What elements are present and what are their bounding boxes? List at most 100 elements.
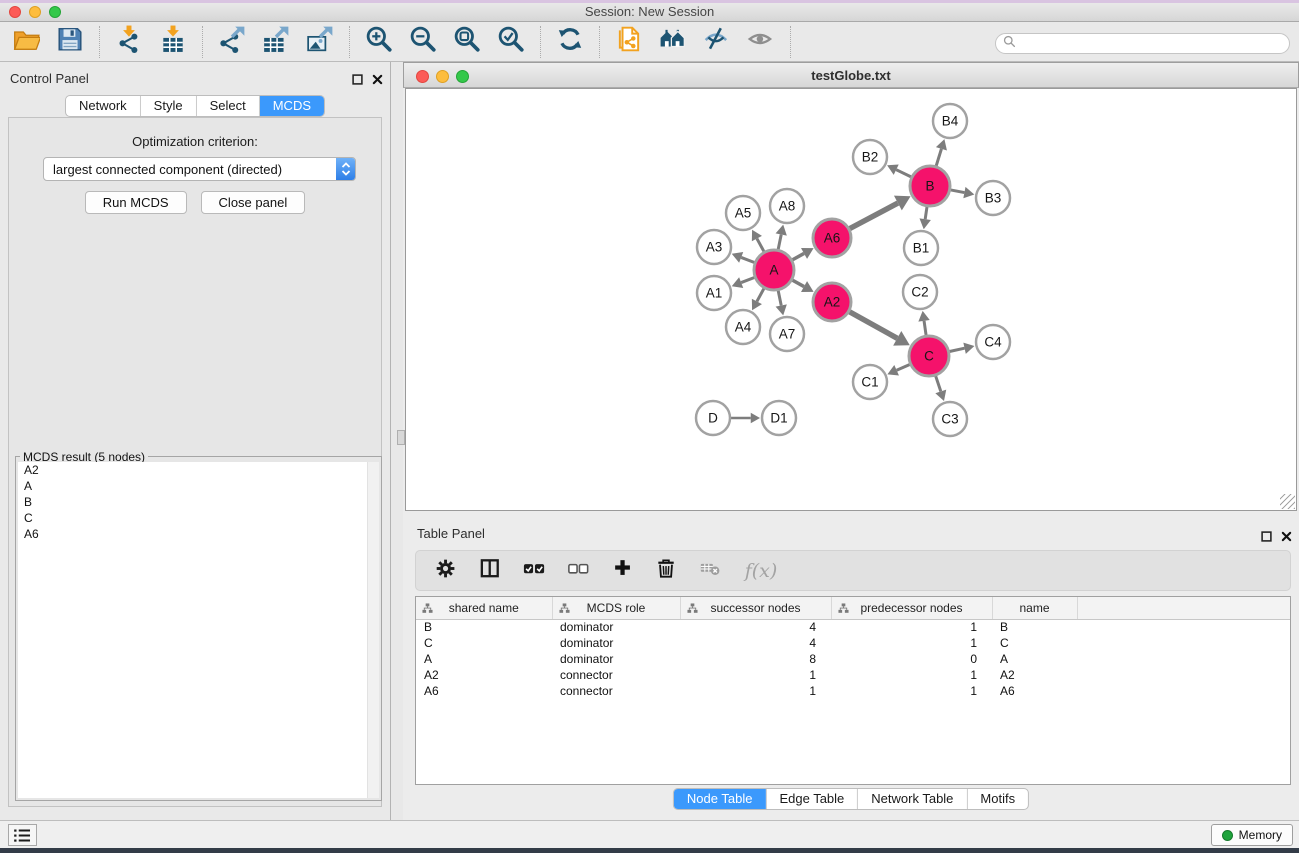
list-scrollbar[interactable] [367,462,379,798]
table-cell[interactable]: 0 [831,651,992,667]
table-cell[interactable]: dominator [552,651,680,667]
table-cell[interactable]: 1 [831,619,992,635]
float-panel-icon[interactable] [352,72,363,90]
tab-style[interactable]: Style [140,96,196,116]
table-cell[interactable]: 8 [680,651,831,667]
mcds-result-item[interactable]: A6 [18,526,379,542]
table-cell[interactable]: 4 [680,635,831,651]
zoom-selected-button[interactable] [489,24,533,60]
table-cell[interactable]: connector [552,683,680,699]
show-panels-button[interactable] [8,824,37,846]
splitter-handle-left[interactable] [397,430,405,445]
overview-houses-button[interactable] [651,24,695,60]
open-button[interactable] [4,24,48,60]
mcds-result-item[interactable]: A [18,478,379,494]
edge-A-A5[interactable] [757,239,764,252]
settings-gear-button[interactable] [433,557,460,584]
import-table-button[interactable] [151,24,195,60]
edge-C-C1[interactable] [897,364,910,370]
table-row[interactable]: A2connector11A2 [416,667,1290,683]
hide-details-button[interactable] [695,24,739,60]
table-cell[interactable]: A2 [992,667,1077,683]
table-cell[interactable]: C [416,635,552,651]
node-table[interactable]: shared nameMCDS rolesuccessor nodesprede… [415,596,1291,785]
edge-B-B4[interactable] [936,149,941,166]
mcds-result-list[interactable]: A2ABCA6 [18,462,379,798]
zoom-fit-button[interactable] [445,24,489,60]
edge-A6-B[interactable] [850,203,898,229]
zoom-in-button[interactable] [357,24,401,60]
table-cell[interactable]: dominator [552,619,680,635]
edge-B-B2[interactable] [896,170,911,177]
table-cell[interactable]: A6 [992,683,1077,699]
table-cell[interactable]: 1 [831,683,992,699]
tab-select[interactable]: Select [196,96,259,116]
save-button[interactable] [48,24,92,60]
column-layout-button[interactable] [477,557,504,584]
table-cell[interactable]: C [992,635,1077,651]
edge-C-C3[interactable] [936,376,941,391]
memory-button[interactable]: Memory [1211,824,1293,846]
export-table-button[interactable] [254,24,298,60]
tab-edge-table[interactable]: Edge Table [765,789,857,809]
edge-A-A1[interactable] [741,278,754,283]
column-header-successor-nodes[interactable]: successor nodes [680,597,831,619]
close-panel-button[interactable]: Close panel [201,191,306,214]
table-cell[interactable]: 1 [680,683,831,699]
edge-A-A6[interactable] [792,253,804,259]
show-details-button[interactable] [739,24,783,60]
mcds-result-item[interactable]: C [18,510,379,526]
network-canvas[interactable]: AA1A3A5A8A6A2A4A7BB1B2B3B4CC1C2C3C4DD1 [405,88,1297,511]
edge-A-A8[interactable] [778,235,781,250]
table-cell[interactable]: 4 [680,619,831,635]
tab-node-table[interactable]: Node Table [674,789,766,809]
select-none-button[interactable] [565,557,592,584]
close-panel-icon[interactable] [372,72,383,90]
table-cell[interactable]: dominator [552,635,680,651]
column-header-name[interactable]: name [992,597,1077,619]
float-table-panel-icon[interactable] [1261,529,1272,547]
tab-network[interactable]: Network [66,96,140,116]
edge-A-A4[interactable] [757,288,764,301]
delete-column-button[interactable] [653,557,680,584]
table-row[interactable]: Bdominator41B [416,619,1290,635]
export-image-button[interactable] [298,24,342,60]
column-header-shared-name[interactable]: shared name [416,597,552,619]
table-cell[interactable]: A [992,651,1077,667]
column-header-MCDS-role[interactable]: MCDS role [552,597,680,619]
tab-network-table[interactable]: Network Table [857,789,966,809]
select-all-checked-button[interactable] [521,557,548,584]
edge-A-A7[interactable] [778,291,781,306]
edge-B-B3[interactable] [951,190,965,193]
close-table-panel-icon[interactable] [1281,529,1292,547]
table-cell[interactable]: 1 [831,635,992,651]
import-network-button[interactable] [107,24,151,60]
table-cell[interactable]: A6 [416,683,552,699]
table-cell[interactable]: 1 [680,667,831,683]
edge-C-C2[interactable] [924,321,926,335]
table-cell[interactable]: A [416,651,552,667]
edge-C-C4[interactable] [950,348,965,351]
tab-mcds[interactable]: MCDS [259,96,324,116]
search-box[interactable] [995,33,1290,54]
zoom-out-button[interactable] [401,24,445,60]
mcds-result-item[interactable]: A2 [18,462,379,478]
refresh-button[interactable] [548,24,592,60]
edge-A2-C[interactable] [849,312,897,339]
tab-motifs[interactable]: Motifs [966,789,1028,809]
edge-A-A3[interactable] [741,257,754,262]
run-mcds-button[interactable]: Run MCDS [85,191,187,214]
table-cell[interactable]: 1 [831,667,992,683]
window-resize-grip[interactable] [1280,494,1295,509]
network-graph[interactable]: AA1A3A5A8A6A2A4A7BB1B2B3B4CC1C2C3C4DD1 [406,89,1296,510]
table-row[interactable]: Adominator80A [416,651,1290,667]
edge-B-B1[interactable] [925,207,927,219]
table-cell[interactable]: A2 [416,667,552,683]
export-network-button[interactable] [210,24,254,60]
table-cell[interactable]: B [416,619,552,635]
mcds-result-item[interactable]: B [18,494,379,510]
column-header-predecessor-nodes[interactable]: predecessor nodes [831,597,992,619]
add-column-button[interactable] [609,557,636,584]
edge-A-A2[interactable] [792,280,804,286]
table-cell[interactable]: connector [552,667,680,683]
